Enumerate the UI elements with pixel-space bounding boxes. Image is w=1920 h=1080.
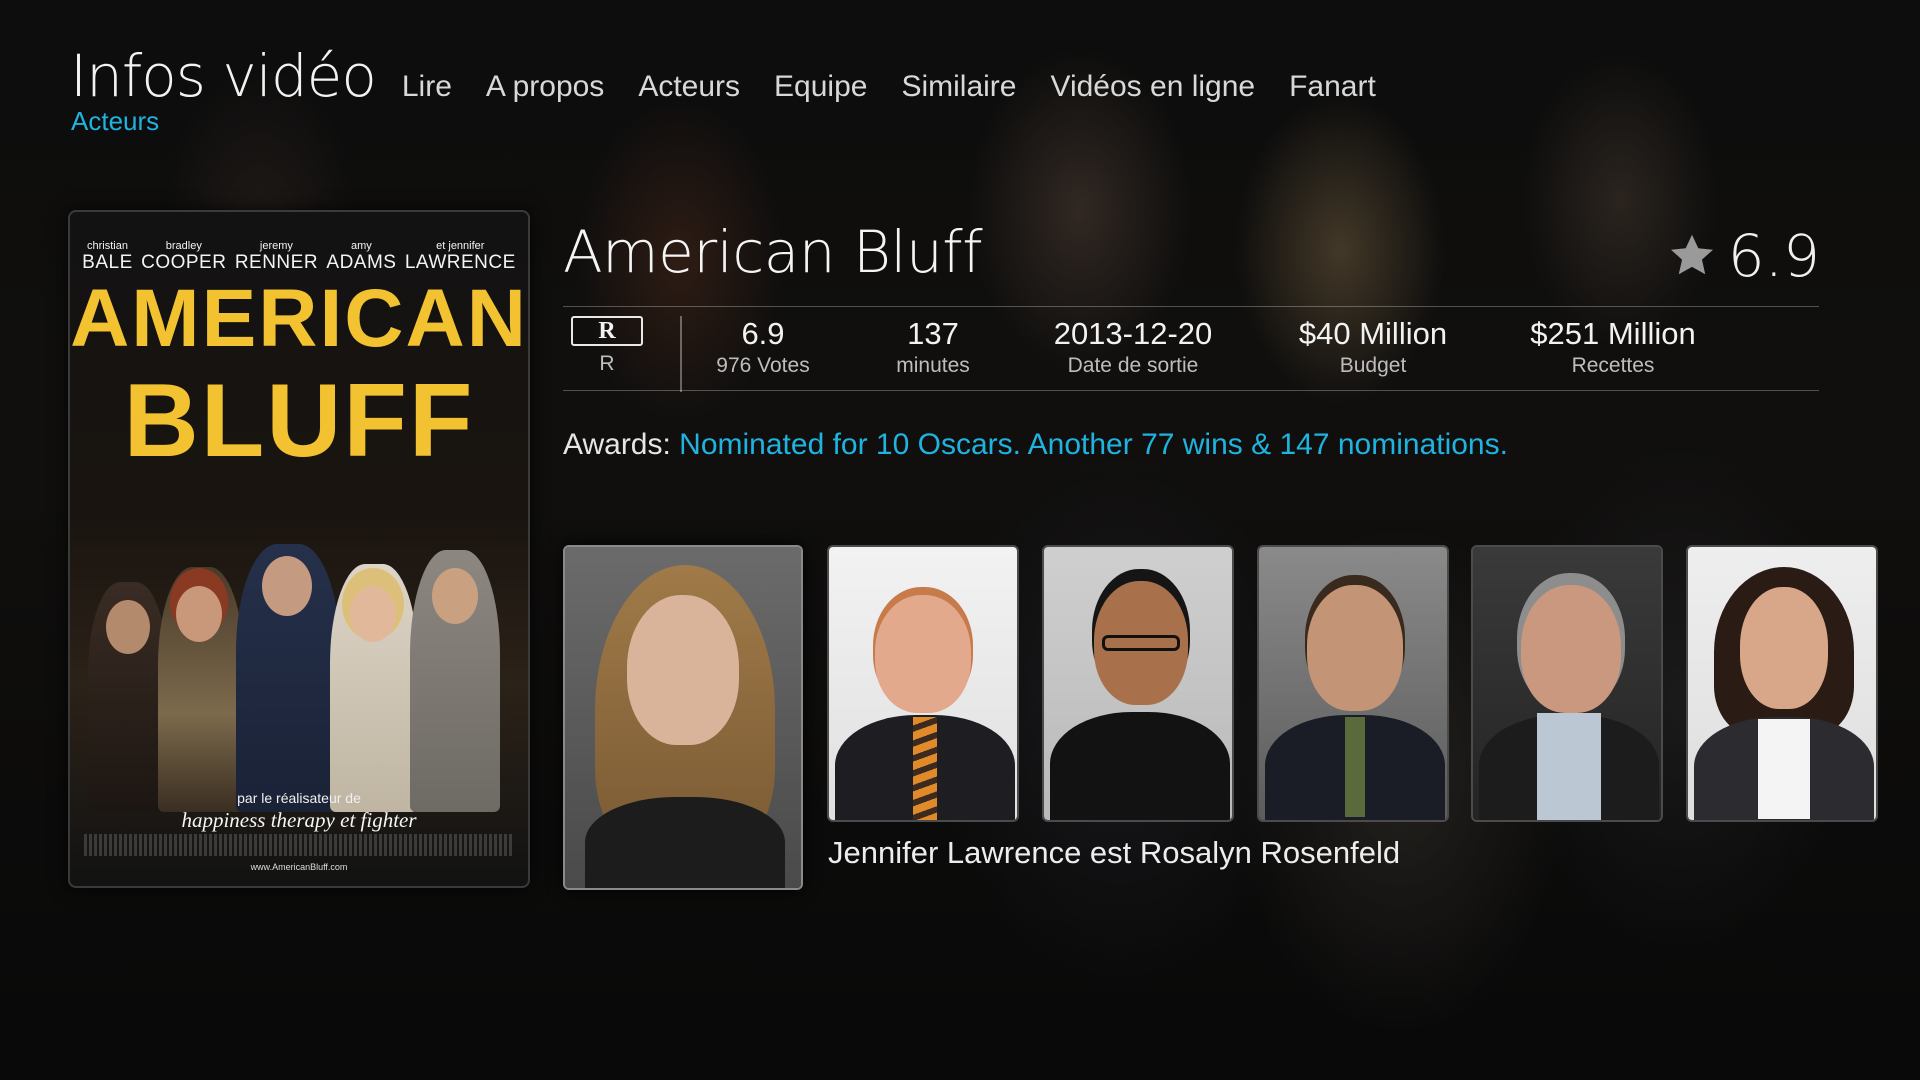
poster-credits-block [84,834,514,856]
stat-budget: $40 Million Budget [1273,316,1473,378]
cast-caption: Jennifer Lawrence est Rosalyn Rosenfeld [828,835,1401,870]
movie-poster: christian BALE bradley COOPER jeremy REN… [68,210,530,888]
poster-cast-last: RENNER [234,252,319,273]
awards-text: Nominated for 10 Oscars. Another 77 wins… [679,428,1508,461]
header: Infos vidéo Lire A propos Acteurs Equipe… [70,42,1410,110]
stat-label: 976 Votes [716,354,810,377]
tab-videos-en-ligne[interactable]: Vidéos en ligne [1050,70,1255,104]
actor-photo [1688,547,1876,820]
actor-photo [1473,547,1661,820]
poster-cast-last: ADAMS [326,252,397,273]
section-subtitle: Acteurs [71,106,160,136]
poster-title-line-2: BLUFF [123,363,475,479]
tab-equipe[interactable]: Equipe [774,70,867,104]
cast-card[interactable] [1257,545,1449,822]
stat-label: Budget [1339,354,1407,377]
poster-cast-last: BALE [82,252,133,273]
tab-acteurs[interactable]: Acteurs [638,70,740,104]
stat-divider [680,316,682,392]
stat-value: 6.9 [741,316,785,351]
tab-bar: Lire A propos Acteurs Equipe Similaire V… [402,70,1410,104]
tab-fanart[interactable]: Fanart [1289,70,1376,104]
poster-cast-item: jeremy RENNER [235,240,318,274]
poster-cast-last: LAWRENCE [404,252,516,273]
poster-cast-item: amy ADAMS [326,240,396,274]
cast-card[interactable] [1471,545,1663,822]
stats-row: R R 6.9 976 Votes 137 minutes 2013-12-20… [563,316,1819,392]
poster-tagline-2: happiness therapy et fighter [181,808,417,832]
stat-value: $40 Million [1298,316,1448,351]
stat-revenue: $251 Million Recettes [1503,316,1723,378]
poster-tagline-1: par le réalisateur de [237,790,361,806]
stat-runtime: 137 minutes [858,316,1008,378]
stat-votes: 6.9 976 Votes [683,316,843,378]
poster-cast-first: bradley [165,240,202,252]
poster-url: www.AmericanBluff.com [250,862,348,872]
cast-card[interactable] [1042,545,1234,822]
stat-release-date: 2013-12-20 Date de sortie [1033,316,1233,378]
poster-cast-item: et jennifer LAWRENCE [405,240,516,274]
actor-photo [1259,547,1447,820]
window-title: Infos vidéo [70,42,377,110]
poster-cast-last: COOPER [141,252,227,273]
mpaa-badge: R [571,316,643,346]
divider-bottom [563,390,1819,391]
poster-cast-names: christian BALE bradley COOPER jeremy REN… [70,240,528,274]
cast-card[interactable] [563,545,803,890]
stat-label: Date de sortie [1067,354,1199,377]
actor-photo [565,547,801,888]
stat-label: Recettes [1571,354,1655,377]
movie-title: American Bluff [563,218,983,286]
cast-card[interactable] [1686,545,1878,822]
actor-photo [1044,547,1232,820]
poster-cast-first: christian [86,240,128,252]
awards-line: Awards: Nominated for 10 Oscars. Another… [563,428,1508,462]
stat-value: 137 [907,316,959,351]
poster-cast-first: et jennifer [436,240,485,252]
poster-cast-first: jeremy [259,240,293,252]
rating-value: 6.9 [1727,222,1820,290]
actor-photo [829,547,1017,820]
divider-top [563,306,1819,307]
poster-cast-item: christian BALE [82,240,133,274]
poster-cast-first: amy [351,240,372,252]
poster-title-line-1: AMERICAN [70,273,528,364]
poster-cast-item: bradley COOPER [141,240,226,274]
rating-display: 6.9 [1666,222,1820,290]
tab-a-propos[interactable]: A propos [486,70,604,104]
tab-similaire[interactable]: Similaire [901,70,1016,104]
stat-label: minutes [896,354,970,377]
awards-label: Awards: [563,428,671,461]
poster-cast-photo [80,482,518,812]
mpaa-rating: R R [563,316,651,376]
tab-lire[interactable]: Lire [402,70,452,104]
cast-card[interactable] [827,545,1019,822]
mpaa-label: R [599,352,615,375]
stat-value: $251 Million [1530,316,1696,351]
star-icon [1670,234,1713,275]
stat-value: 2013-12-20 [1053,316,1213,351]
